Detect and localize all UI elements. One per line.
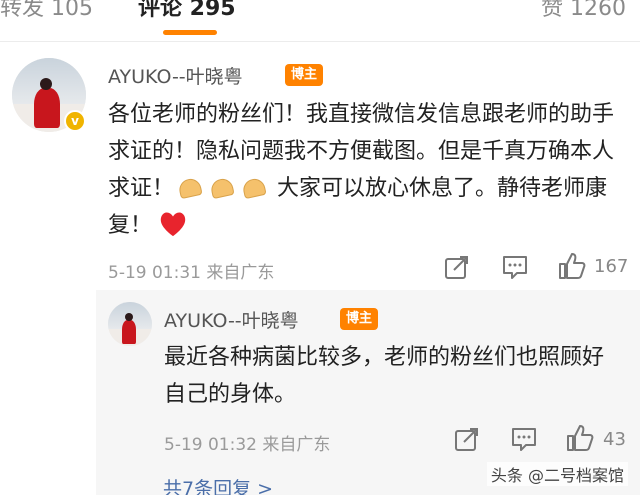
reply-like-button[interactable]: [566, 424, 594, 452]
comment-icon: [512, 428, 536, 451]
watermark: 头条 @二号档案馆: [486, 462, 628, 486]
share-icon: [455, 428, 478, 451]
like-button[interactable]: [558, 252, 586, 280]
comment-button[interactable]: [502, 254, 528, 280]
tab-like[interactable]: 赞 1260: [541, 0, 626, 22]
pray-emoji-icon: [209, 176, 235, 200]
tab-bar: 转发 105 评论 295 赞 1260: [0, 0, 640, 42]
reply-repost-button[interactable]: [454, 426, 480, 452]
reply-comment-button[interactable]: [511, 426, 537, 452]
blogger-badge: 博主: [285, 64, 324, 86]
heart-emoji-icon: [160, 212, 186, 237]
verified-badge-icon: v: [64, 110, 86, 132]
comment-text: 各位老师的粉丝们！我直接微信发信息跟老师的助手求证的！隐私问题我不方便截图。但是…: [108, 96, 620, 244]
share-icon: [445, 256, 468, 279]
thumbs-up-icon: [567, 425, 594, 451]
tab-divider: [0, 41, 640, 42]
comment-like-count: 167: [594, 256, 629, 277]
pray-emoji-icon: [177, 176, 203, 200]
pray-emoji-icon: [241, 176, 267, 200]
reply-username[interactable]: AYUKO--叶晓粤: [164, 306, 299, 333]
active-tab-indicator: [163, 30, 217, 35]
comment-username[interactable]: AYUKO--叶晓粤: [108, 62, 243, 89]
repost-button[interactable]: [444, 254, 470, 280]
reply-blogger-badge: 博主: [340, 308, 379, 330]
tab-comment[interactable]: 评论 295: [138, 0, 236, 22]
reply-meta: 5-19 01:32 来自广东: [164, 435, 331, 455]
reply-like-count: 43: [603, 429, 626, 450]
comment-meta: 5-19 01:31 来自广东: [108, 263, 275, 283]
reply-avatar[interactable]: [108, 302, 152, 346]
more-replies-link[interactable]: 共7条回复 >: [163, 474, 273, 495]
comment-icon: [503, 256, 527, 279]
reply-text: 最近各种病菌比较多，老师的粉丝们也照顾好自己的身体。: [164, 345, 605, 407]
thumbs-up-icon: [559, 253, 586, 279]
tab-repost[interactable]: 转发 105: [0, 0, 93, 22]
